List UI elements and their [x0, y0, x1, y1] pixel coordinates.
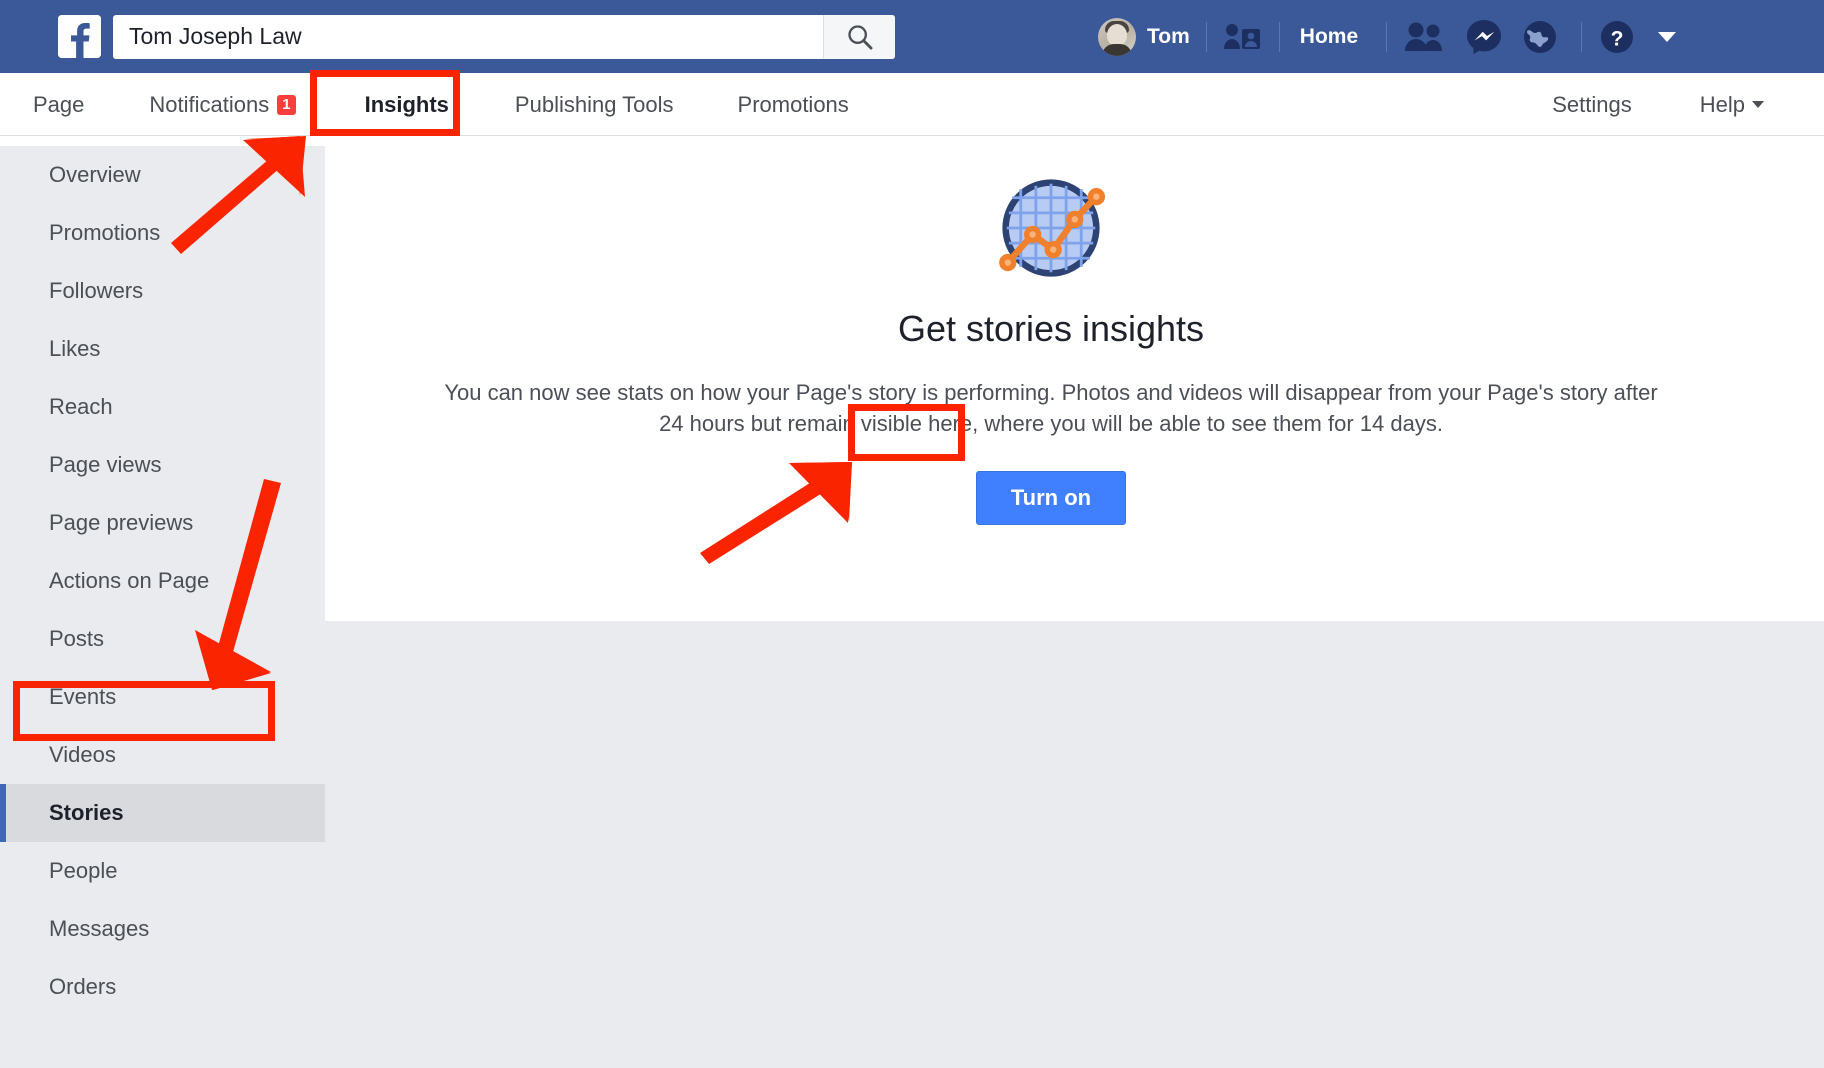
sidebar-item-videos[interactable]: Videos [0, 726, 325, 784]
find-friends-icon[interactable] [1223, 21, 1263, 53]
profile-name: Tom [1147, 24, 1190, 48]
sidebar-item-label: Reach [49, 394, 113, 419]
tab-label: Promotions [737, 91, 849, 117]
line-chart-globe-icon [999, 179, 1105, 277]
stories-insights-card: Get stories insights You can now see sta… [325, 146, 1777, 621]
card-description: You can now see stats on how your Page's… [444, 380, 1658, 436]
sidebar-item-label: Actions on Page [49, 568, 210, 593]
divider [1581, 21, 1583, 52]
turn-on-button[interactable]: Turn on [975, 471, 1127, 525]
globe-notifications-icon[interactable] [1521, 18, 1559, 56]
sidebar-item-label: People [49, 858, 118, 883]
sidebar-item-label: Orders [49, 974, 117, 999]
sidebar-item-label: Messages [49, 916, 150, 941]
sidebar-item-messages[interactable]: Messages [0, 900, 325, 958]
user-avatar[interactable] [1098, 17, 1136, 56]
profile-link[interactable]: Tom [1098, 17, 1190, 56]
settings-link[interactable]: Settings [1552, 92, 1632, 118]
sidebar-item-label: Posts [49, 626, 105, 651]
tab-label: Insights [364, 91, 449, 117]
search-icon [847, 24, 872, 49]
sidebar-item-posts[interactable]: Posts [0, 610, 325, 668]
chevron-down-icon [1752, 101, 1764, 108]
tab-insights[interactable]: Insights [354, 73, 460, 136]
tab-promotions[interactable]: Promotions [738, 73, 849, 136]
page-tab-bar: Page Notifications 1 Insights Publishing… [0, 73, 1824, 136]
sidebar-item-events[interactable]: Events [0, 668, 325, 726]
page-tabbar-right: Settings Help [1552, 73, 1824, 136]
tab-notifications[interactable]: Notifications 1 [149, 73, 296, 136]
chevron-down-icon[interactable] [1658, 31, 1677, 42]
sidebar-item-actions-on-page[interactable]: Actions on Page [0, 552, 325, 610]
tab-label: Notifications [149, 91, 270, 117]
facebook-logo-icon[interactable] [58, 15, 101, 58]
tab-publishing-tools[interactable]: Publishing Tools [515, 73, 674, 136]
sidebar-item-promotions[interactable]: Promotions [0, 204, 325, 262]
help-question-icon[interactable]: ? [1598, 18, 1636, 56]
facebook-page-insights-screen: Tom Home [0, 0, 1824, 1068]
top-navigation-bar: Tom Home [0, 0, 1824, 73]
topbar-right-cluster: Tom Home ? [1098, 0, 1677, 73]
divider [1205, 21, 1207, 52]
sidebar-item-page-views[interactable]: Page views [0, 436, 325, 494]
home-link[interactable]: Home [1300, 25, 1358, 49]
page-body: Overview Promotions Followers Likes Reac… [0, 136, 1824, 1068]
sidebar-item-label: Events [49, 684, 117, 709]
sidebar-item-label: Videos [49, 742, 116, 767]
search-button[interactable] [823, 14, 895, 59]
tab-label: Page [33, 91, 85, 117]
sidebar-item-label: Page previews [49, 510, 194, 535]
divider [1278, 21, 1280, 52]
tab-label: Publishing Tools [514, 91, 674, 117]
sidebar-item-people[interactable]: People [0, 842, 325, 900]
sidebar-item-page-previews[interactable]: Page previews [0, 494, 325, 552]
insights-sidebar: Overview Promotions Followers Likes Reac… [0, 146, 325, 1068]
help-menu[interactable]: Help [1700, 92, 1764, 118]
page-title: Get stories insights [897, 308, 1205, 349]
sidebar-item-label: Page views [49, 452, 162, 477]
sidebar-item-label: Followers [49, 278, 144, 303]
sidebar-item-label: Likes [49, 336, 101, 361]
sidebar-item-stories[interactable]: Stories [0, 784, 325, 842]
sidebar-item-label: Stories [49, 800, 124, 825]
notifications-badge: 1 [277, 94, 296, 115]
sidebar-item-label: Promotions [49, 220, 161, 245]
search-input[interactable] [113, 16, 813, 57]
sidebar-item-reach[interactable]: Reach [0, 378, 325, 436]
messenger-icon[interactable] [1465, 18, 1503, 56]
sidebar-item-orders[interactable]: Orders [0, 958, 325, 1016]
search-bar[interactable] [113, 14, 895, 59]
help-label: Help [1699, 91, 1745, 117]
svg-text:?: ? [1611, 27, 1624, 50]
tab-page[interactable]: Page [33, 73, 84, 136]
sidebar-item-likes[interactable]: Likes [0, 320, 325, 378]
divider [1386, 21, 1388, 52]
content-background [325, 621, 1824, 1068]
page-tabs: Page Notifications 1 Insights Publishing… [0, 73, 849, 136]
sidebar-item-overview[interactable]: Overview [0, 146, 325, 204]
friend-requests-icon[interactable] [1403, 21, 1447, 53]
sidebar-item-label: Overview [49, 162, 141, 187]
sidebar-item-followers[interactable]: Followers [0, 262, 325, 320]
